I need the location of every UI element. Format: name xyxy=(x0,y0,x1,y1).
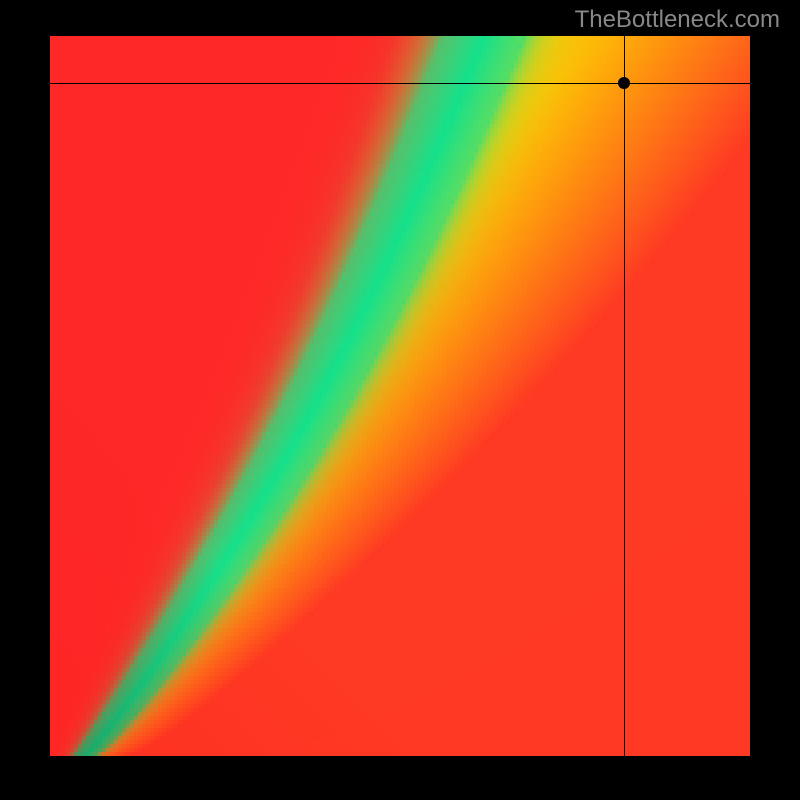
selection-marker xyxy=(618,77,630,89)
heatmap-plot xyxy=(50,36,750,756)
heatmap-canvas xyxy=(50,36,750,756)
chart-container: TheBottleneck.com xyxy=(0,0,800,800)
attribution-text: TheBottleneck.com xyxy=(575,6,780,34)
crosshair-horizontal xyxy=(50,83,750,84)
crosshair-vertical xyxy=(624,36,625,756)
